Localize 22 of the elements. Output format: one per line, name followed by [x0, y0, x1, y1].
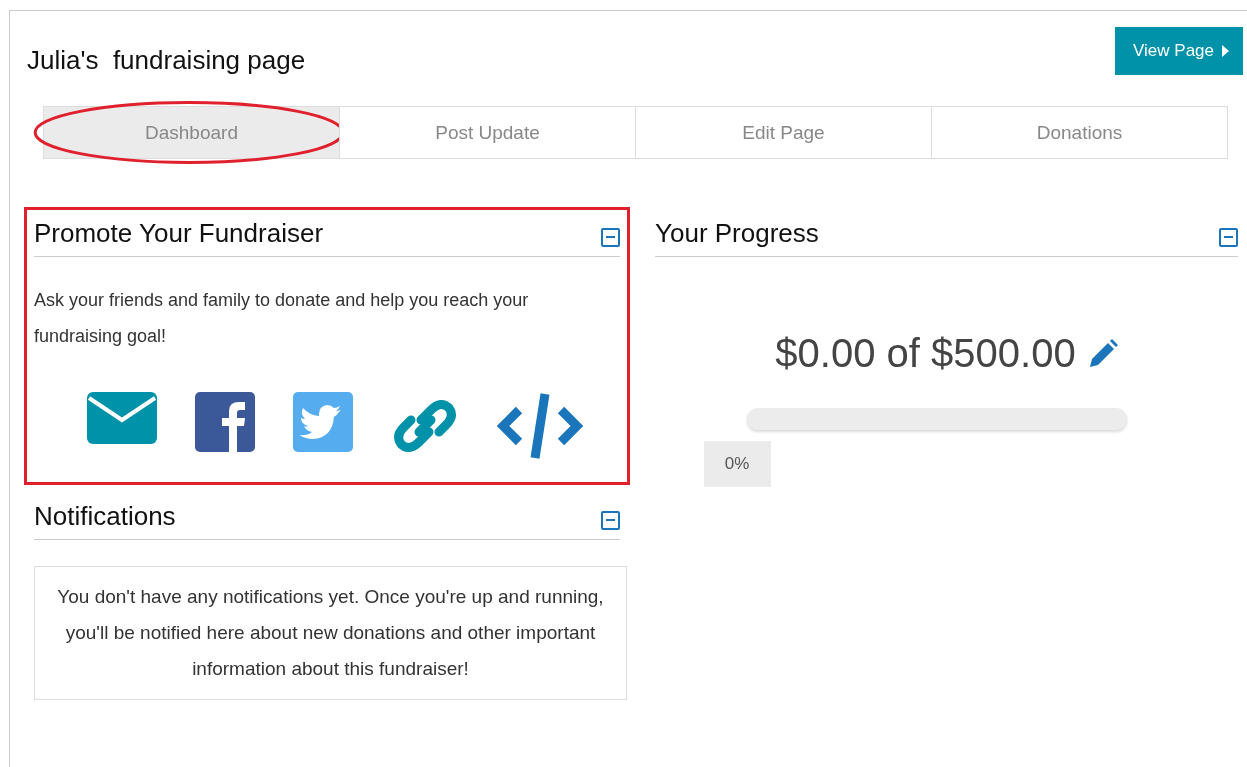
- pencil-icon[interactable]: [1087, 338, 1118, 369]
- promote-text: Ask your friends and family to donate and help you reach your fundraising goal!: [34, 289, 530, 348]
- collapse-icon[interactable]: [601, 227, 620, 247]
- panel-heading: Your Progress: [655, 217, 819, 249]
- notification-message: You don't have any notifications yet. Once you're up and running, you'll be notified here about new donations and other important information about this fundraiser!: [34, 566, 627, 700]
- facebook-icon: [195, 392, 255, 452]
- view-page-button[interactable]: View Page: [1115, 27, 1243, 75]
- collapse-icon[interactable]: [601, 510, 620, 530]
- caret-icon: [1222, 45, 1229, 57]
- collapse-icon[interactable]: [1219, 227, 1238, 247]
- envelope-icon: [87, 392, 157, 444]
- page-title: Julia's fundraising page: [27, 45, 306, 76]
- code-icon: [497, 392, 583, 460]
- bird-icon: [293, 392, 353, 452]
- panel-heading: Promote Your Fundraiser: [34, 217, 324, 249]
- tab[interactable]: Dashboard: [43, 106, 340, 159]
- panel-heading: Notifications: [34, 500, 176, 532]
- progress-amount: $0.00 of $500.00: [775, 331, 1076, 376]
- tab[interactable]: Donations: [931, 106, 1228, 159]
- tab[interactable]: Edit Page: [635, 106, 932, 159]
- tab[interactable]: Post Update: [339, 106, 636, 159]
- percent-label: 0%: [703, 441, 771, 487]
